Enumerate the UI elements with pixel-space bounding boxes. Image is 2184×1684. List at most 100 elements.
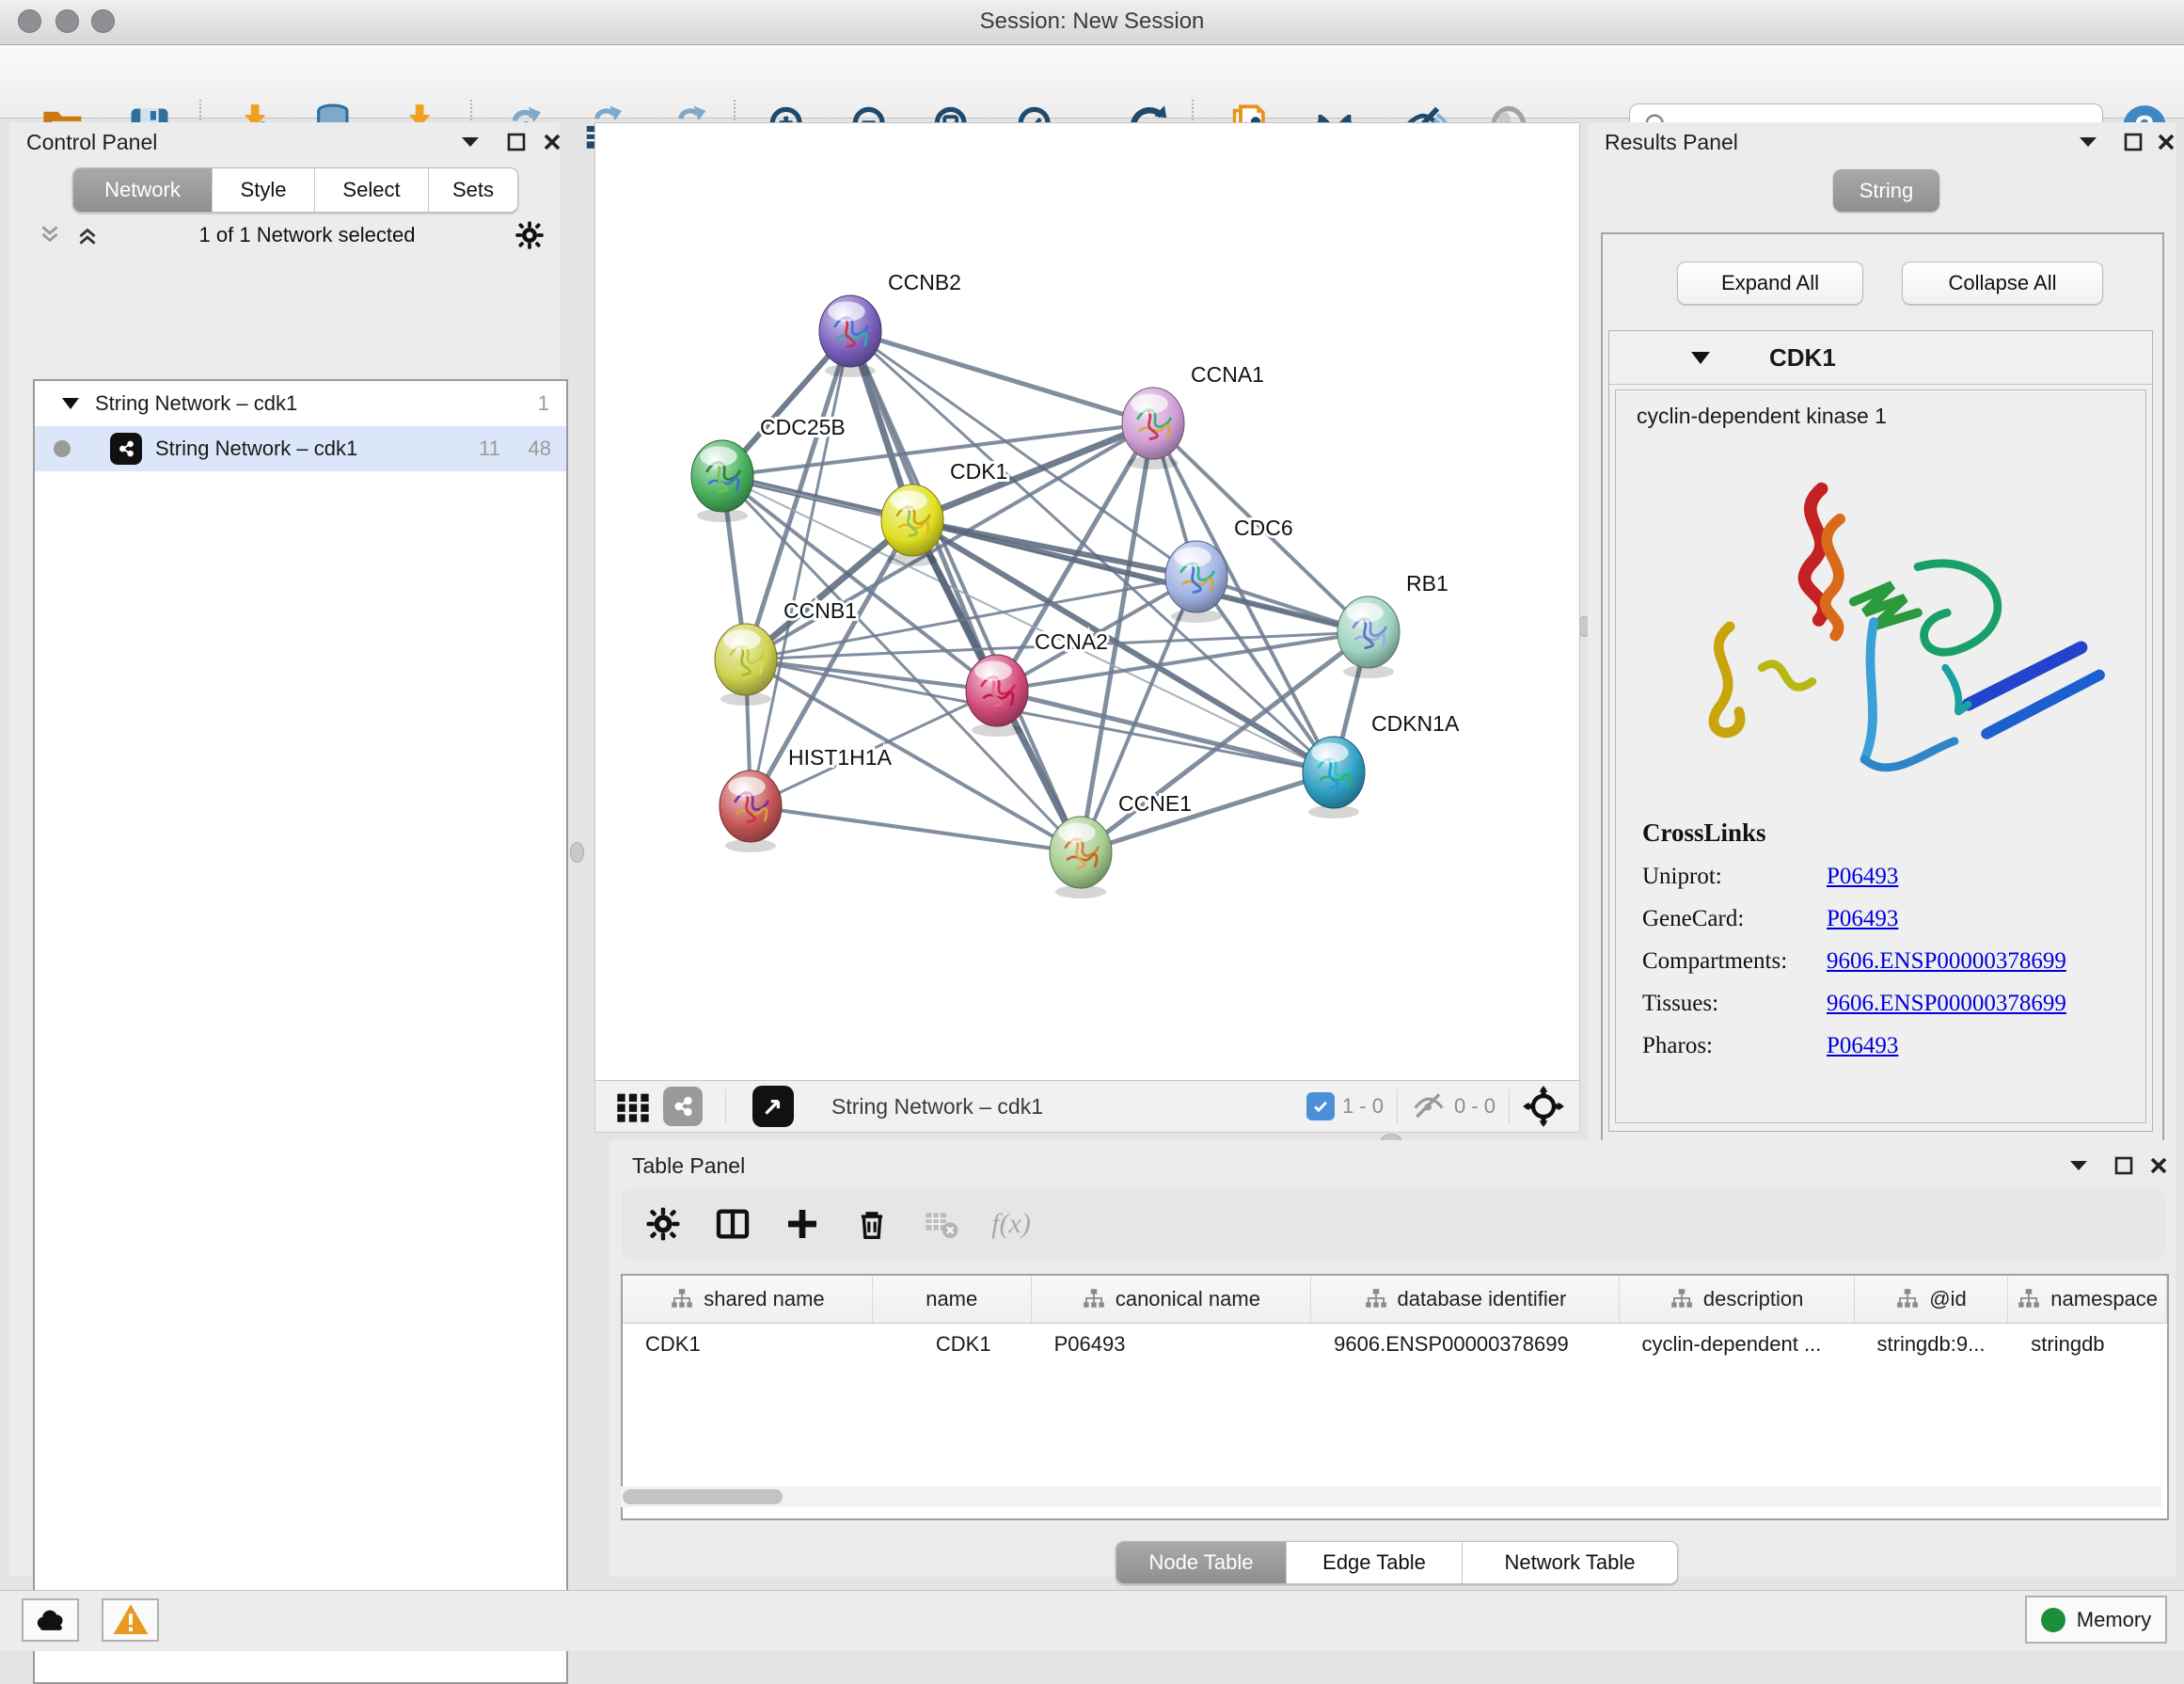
panel-menu-caret-icon[interactable]	[454, 128, 486, 156]
network-node-RB1[interactable]: RB1	[1337, 571, 1448, 678]
column-header-name[interactable]: name	[873, 1276, 1032, 1323]
table-panel-title: Table Panel	[632, 1153, 745, 1179]
gear-icon[interactable]	[514, 220, 545, 250]
selected-checkbox-icon[interactable]	[1306, 1092, 1335, 1120]
tab-network-table[interactable]: Network Table	[1462, 1542, 1677, 1583]
table-gear-icon[interactable]	[628, 1206, 698, 1242]
column-header-shared-name[interactable]: shared name	[623, 1276, 873, 1323]
crosslink-row: Tissues:9606.ENSP00000378699	[1642, 991, 2145, 1017]
cloud-icon	[33, 1602, 69, 1638]
network-node-CCNE1[interactable]: CCNE1	[1050, 791, 1192, 898]
expand-all-icon[interactable]	[75, 223, 100, 247]
column-type-icon	[1670, 1287, 1694, 1311]
network-label: String Network – cdk1	[155, 437, 357, 461]
results-panel-title: Results Panel	[1605, 130, 1738, 155]
hidden-eye-icon[interactable]	[1411, 1088, 1447, 1124]
tab-network[interactable]: Network	[73, 168, 212, 212]
column-header-description[interactable]: description	[1620, 1276, 1855, 1323]
network-canvas[interactable]: CCNB2CCNA1CDC25BCDK1CDC6RB1CCNB1CCNA2CDK…	[594, 122, 1580, 1082]
collection-label: String Network – cdk1	[95, 391, 297, 416]
left-splitter-handle[interactable]	[570, 842, 584, 863]
node-label-CDC6: CDC6	[1234, 516, 1293, 540]
node-table: shared name name canonical namedatabase id…	[621, 1274, 2169, 1520]
protein-structure-image	[1637, 438, 2126, 805]
tab-node-table[interactable]: Node Table	[1116, 1542, 1286, 1583]
node-label-CCNB1: CCNB1	[783, 598, 857, 623]
crosslink-row: Compartments:9606.ENSP00000378699	[1642, 948, 2145, 975]
crosslink-row: Uniprot:P06493	[1642, 864, 2145, 890]
edge-CCNB2-CCNE1	[850, 331, 1081, 852]
crosslink-link[interactable]: 9606.ENSP00000378699	[1827, 991, 2066, 1017]
cdk1-entry-header[interactable]: CDK1	[1609, 331, 2152, 385]
crosslinks-title: CrossLinks	[1642, 818, 2145, 848]
table-body: CDK1CDK1P064939606.ENSP00000378699cyclin…	[623, 1324, 2167, 1365]
node-label-CCNA2: CCNA2	[1035, 629, 1108, 654]
crosslink-link[interactable]: 9606.ENSP00000378699	[1827, 948, 2066, 975]
column-header-namespace[interactable]: namespace	[2008, 1276, 2167, 1323]
crosslinks-rows: Uniprot:P06493GeneCard:P06493Compartment…	[1642, 864, 2145, 1059]
tab-edge-table[interactable]: Edge Table	[1286, 1542, 1462, 1583]
crosslink-link[interactable]: P06493	[1827, 864, 1898, 890]
fit-content-crosshair-icon[interactable]	[1523, 1086, 1564, 1127]
control-panel: Control Panel Network Style Select Sets …	[9, 122, 560, 1576]
network-list-toolbar: 1 of 1 Network selected	[9, 216, 560, 254]
panel-float-icon[interactable]	[2117, 128, 2149, 156]
memory-status-dot-icon	[2041, 1608, 2065, 1632]
panel-close-icon[interactable]	[2143, 1152, 2175, 1180]
table-horizontal-scrollbar[interactable]	[621, 1486, 2161, 1507]
network-status-dot-icon	[54, 440, 71, 457]
crosslinks-section: CrossLinks Uniprot:P06493GeneCard:P06493…	[1616, 818, 2145, 1059]
network-selection-status: 1 of 1 Network selected	[100, 223, 514, 247]
cloud-status-button[interactable]	[22, 1598, 79, 1642]
column-header--id[interactable]: @id	[1855, 1276, 2009, 1323]
network-node-HIST1H1A[interactable]: HIST1H1A	[720, 745, 893, 852]
memory-button[interactable]: Memory	[2025, 1596, 2167, 1644]
network-collection-row[interactable]: String Network – cdk1 1	[35, 381, 566, 426]
tab-style[interactable]: Style	[212, 168, 314, 212]
main-toolbar: ?	[0, 45, 2184, 119]
share-view-icon[interactable]	[663, 1087, 703, 1126]
column-label: namespace	[2050, 1287, 2158, 1311]
panel-close-icon[interactable]	[536, 128, 568, 156]
column-header-database-identifier[interactable]: database identifier	[1311, 1276, 1619, 1323]
collection-expand-caret-icon[interactable]	[61, 397, 80, 410]
collapse-all-icon[interactable]	[38, 223, 62, 247]
window-title: Session: New Session	[0, 8, 2184, 35]
network-row-selected[interactable]: String Network – cdk1 11 48	[35, 426, 566, 471]
control-panel-tabs: Network Style Select Sets	[72, 167, 518, 213]
select-columns-icon[interactable]	[698, 1205, 768, 1243]
entry-collapse-caret-icon[interactable]	[1690, 351, 1711, 365]
table-cell: stringdb:9...	[1855, 1332, 2009, 1357]
birdseye-view-icon[interactable]	[752, 1086, 794, 1127]
table-header-row: shared name name canonical namedatabase id…	[623, 1276, 2167, 1324]
column-label: name	[926, 1287, 977, 1311]
tab-sets[interactable]: Sets	[428, 168, 517, 212]
column-type-icon	[1364, 1287, 1388, 1311]
warning-status-button[interactable]	[102, 1598, 159, 1642]
panel-close-icon[interactable]	[2150, 128, 2182, 156]
column-label: @id	[1929, 1287, 1966, 1311]
grid-view-icon[interactable]	[614, 1088, 652, 1125]
function-builder-icon: f(x)	[976, 1208, 1046, 1240]
panel-menu-caret-icon[interactable]	[2072, 128, 2104, 156]
crosslink-link[interactable]: P06493	[1827, 1033, 1898, 1059]
entry-description: cyclin-dependent kinase 1	[1616, 390, 2145, 429]
collapse-all-button[interactable]: Collapse All	[1902, 262, 2103, 305]
expand-all-button[interactable]: Expand All	[1677, 262, 1863, 305]
panel-float-icon[interactable]	[500, 128, 532, 156]
delete-column-icon[interactable]	[837, 1206, 907, 1242]
statusbar-separator	[1509, 1089, 1510, 1123]
table-cell: CDK1	[873, 1332, 1032, 1357]
network-node-CDKN1A[interactable]: CDKN1A	[1303, 711, 1460, 818]
table-row[interactable]: CDK1CDK1P064939606.ENSP00000378699cyclin…	[623, 1324, 2167, 1365]
network-tree: String Network – cdk1 1 String Network –…	[33, 379, 568, 1684]
tab-select[interactable]: Select	[314, 168, 428, 212]
column-header-canonical-name[interactable]: canonical name	[1032, 1276, 1312, 1323]
panel-menu-caret-icon[interactable]	[2063, 1152, 2095, 1180]
scrollbar-thumb[interactable]	[623, 1489, 783, 1504]
tab-string[interactable]: String	[1833, 169, 1939, 212]
network-node-CCNA1[interactable]: CCNA1	[1122, 362, 1264, 469]
add-column-icon[interactable]	[768, 1205, 837, 1243]
crosslink-link[interactable]: P06493	[1827, 906, 1898, 932]
panel-float-icon[interactable]	[2108, 1152, 2140, 1180]
